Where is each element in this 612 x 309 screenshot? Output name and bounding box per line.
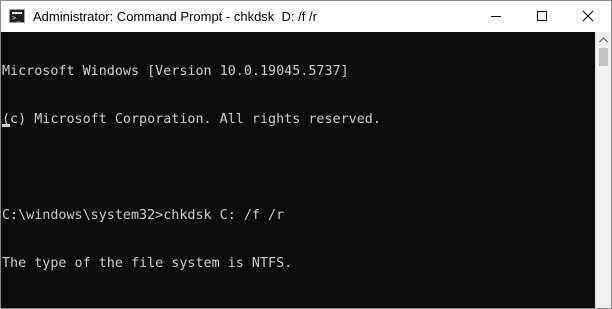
vertical-scrollbar[interactable] bbox=[595, 32, 611, 308]
console-text: Microsoft Windows [Version 10.0.19045.57… bbox=[2, 32, 381, 304]
text-cursor bbox=[2, 124, 10, 127]
console-line-copyright: (c) Microsoft Corporation. All rights re… bbox=[2, 112, 381, 127]
close-button[interactable] bbox=[565, 1, 611, 32]
window-title: Administrator: Command Prompt - chkdsk D… bbox=[33, 9, 317, 24]
close-icon bbox=[582, 10, 594, 22]
cmd-icon[interactable]: >_ bbox=[9, 9, 25, 23]
minimize-button[interactable] bbox=[473, 1, 519, 32]
cmd-icon-glyph: >_ bbox=[12, 14, 21, 22]
console-line-output: The type of the file system is NTFS. bbox=[2, 256, 293, 271]
title-bar[interactable]: >_ Administrator: Command Prompt - chkds… bbox=[1, 1, 611, 32]
minimize-icon bbox=[491, 16, 501, 17]
chevron-up-icon bbox=[599, 37, 608, 43]
console-line-version: Microsoft Windows [Version 10.0.19045.57… bbox=[2, 64, 349, 79]
console-line-command: C:\windows\system32>chkdsk C: /f /r bbox=[2, 208, 285, 223]
scroll-up-button[interactable] bbox=[596, 32, 611, 48]
maximize-button[interactable] bbox=[519, 1, 565, 32]
command-prompt-window: >_ Administrator: Command Prompt - chkds… bbox=[0, 0, 612, 309]
console-output[interactable]: Microsoft Windows [Version 10.0.19045.57… bbox=[1, 32, 595, 308]
maximize-icon bbox=[537, 11, 547, 21]
scroll-thumb[interactable] bbox=[599, 48, 608, 66]
